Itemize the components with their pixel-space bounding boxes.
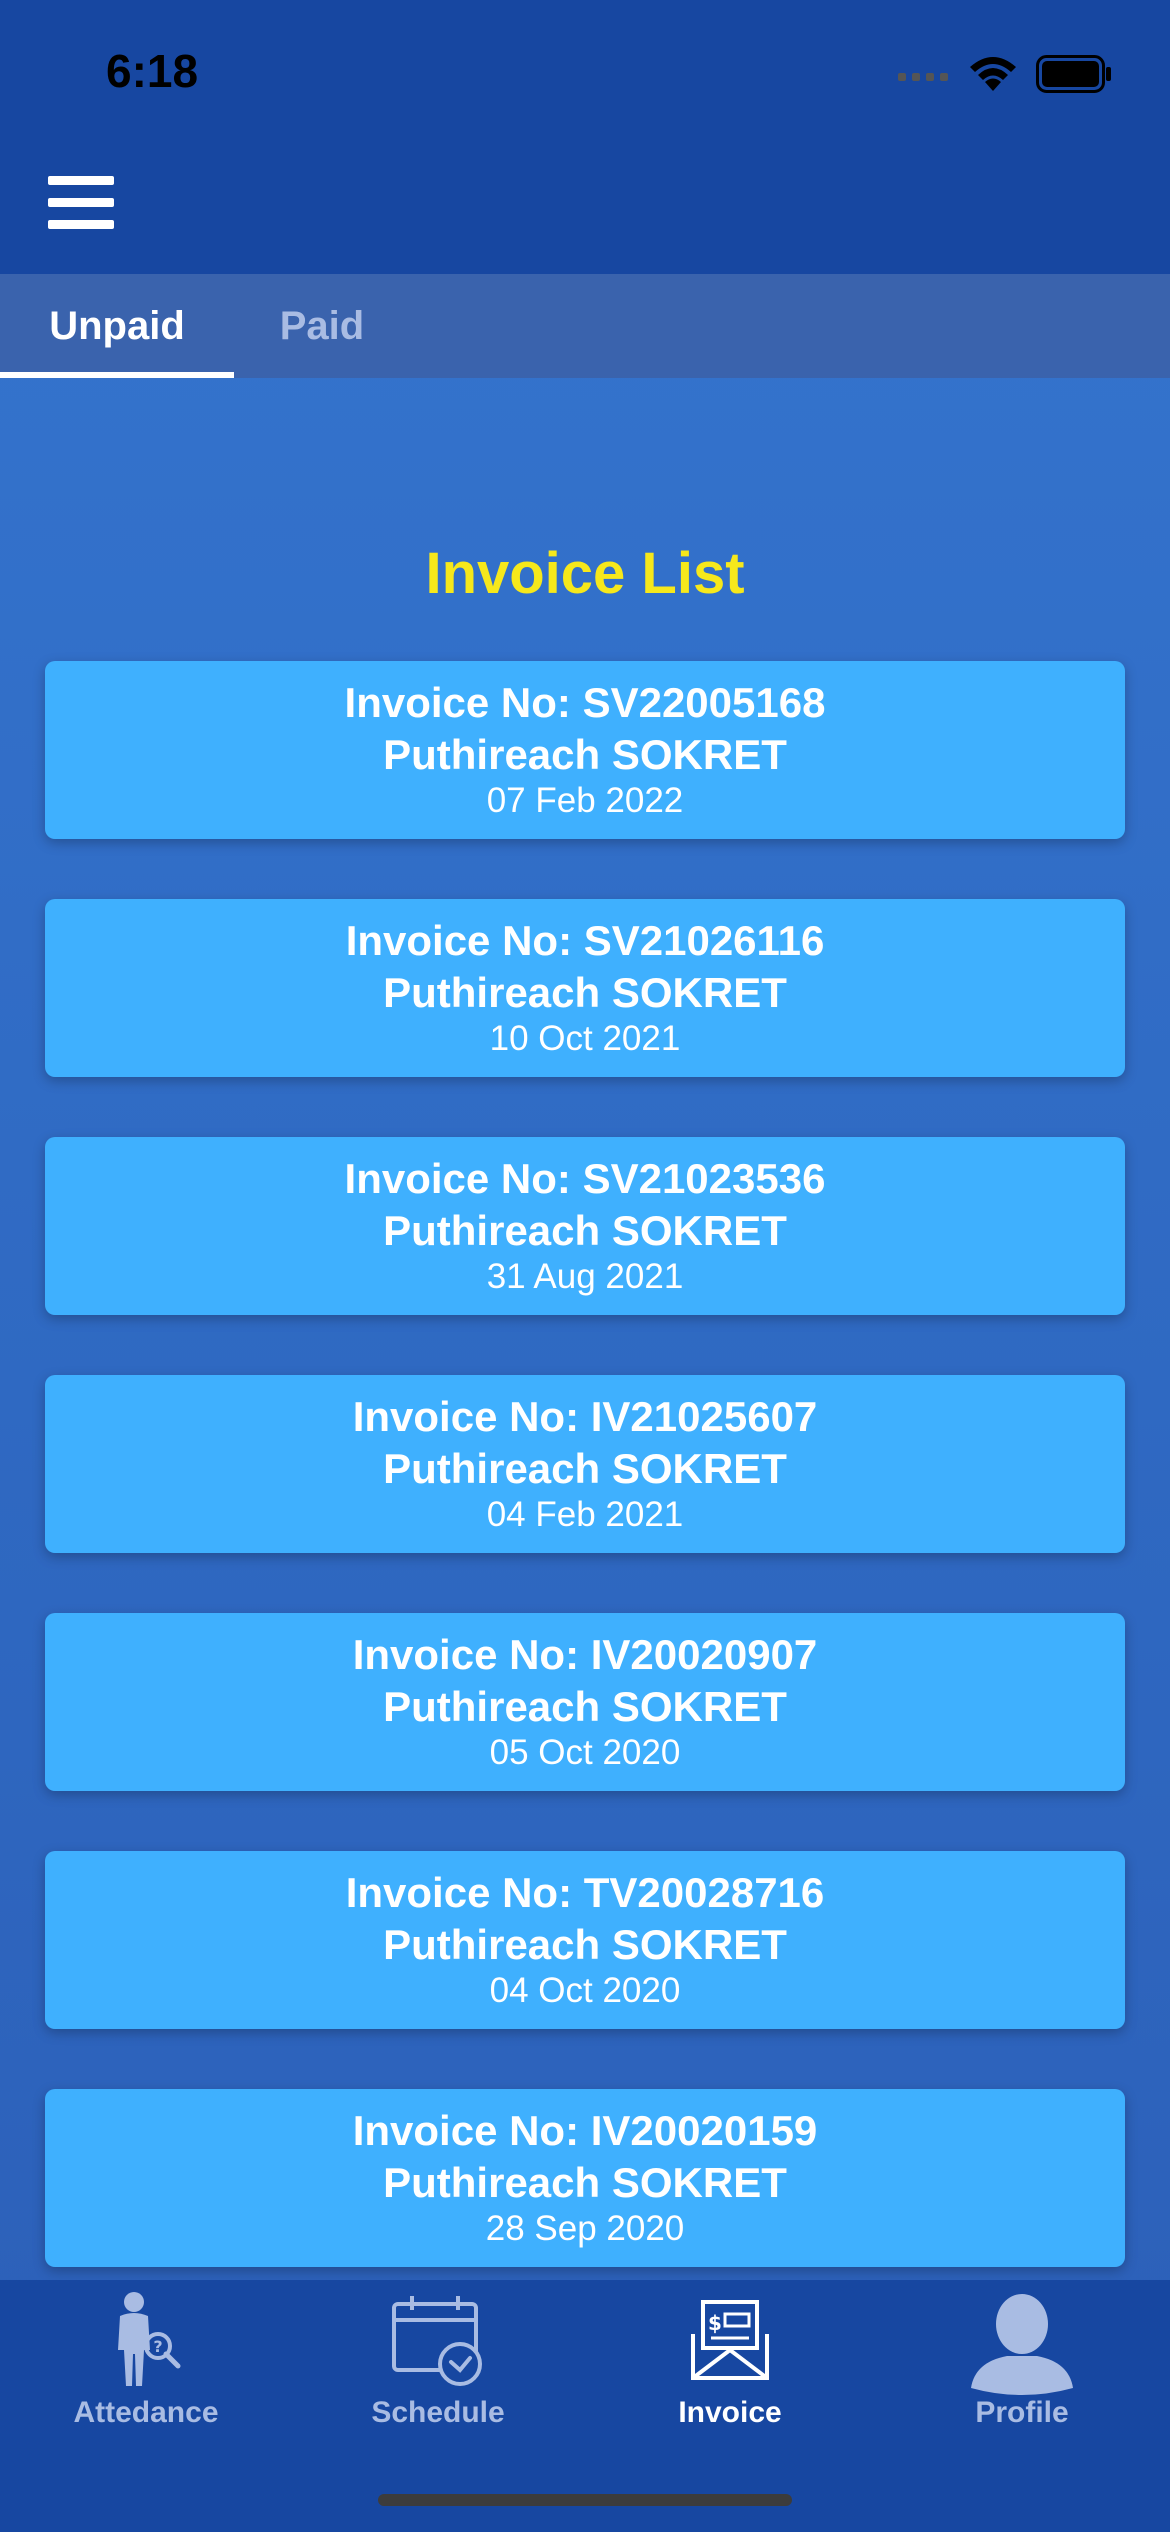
- home-indicator[interactable]: [378, 2494, 792, 2506]
- invoice-card[interactable]: Invoice No: SV21023536 Puthireach SOKRET…: [45, 1137, 1125, 1315]
- nav-profile[interactable]: Profile: [876, 2280, 1168, 2500]
- invoice-customer-name: Puthireach SOKRET: [383, 1445, 787, 1492]
- invoice-tabs: Unpaid Paid: [0, 274, 1170, 378]
- invoice-number: Invoice No: SV21023536: [344, 1155, 826, 1202]
- invoice-date: 28 Sep 2020: [485, 2209, 685, 2248]
- attendance-icon: ?: [118, 2292, 181, 2386]
- nav-label-invoice: Invoice: [678, 2396, 782, 2429]
- invoice-card[interactable]: Invoice No: IV20020907 Puthireach SOKRET…: [45, 1613, 1125, 1791]
- invoice-customer-name: Puthireach SOKRET: [383, 2159, 787, 2206]
- calendar-clock-icon: [392, 2296, 482, 2386]
- invoice-number: Invoice No: SV21026116: [345, 917, 825, 964]
- invoice-customer-name: Puthireach SOKRET: [383, 731, 787, 778]
- invoice-card[interactable]: Invoice No: IV21025607 Puthireach SOKRET…: [45, 1375, 1125, 1553]
- nav-label-profile: Profile: [975, 2396, 1069, 2429]
- invoice-customer-name: Puthireach SOKRET: [383, 969, 787, 1016]
- active-tab-indicator: [0, 372, 234, 378]
- svg-text:$: $: [708, 2311, 722, 2335]
- nav-attendance[interactable]: ? Attedance: [0, 2280, 292, 2500]
- battery-icon: [1036, 55, 1111, 93]
- nav-label-schedule: Schedule: [371, 2396, 505, 2429]
- status-time: 6:18: [106, 45, 199, 97]
- invoice-card[interactable]: Invoice No: SV21026116 Puthireach SOKRET…: [45, 899, 1125, 1077]
- nav-invoice[interactable]: $ Invoice: [584, 2280, 876, 2500]
- invoice-number: Invoice No: SV22005168: [344, 679, 826, 726]
- invoice-date: 04 Oct 2020: [489, 1971, 681, 2010]
- invoice-date: 05 Oct 2020: [489, 1733, 681, 1772]
- signal-icon: [898, 73, 948, 81]
- invoice-card[interactable]: Invoice No: TV20028716 Puthireach SOKRET…: [45, 1851, 1125, 2029]
- tab-paid[interactable]: Paid: [234, 274, 410, 378]
- invoice-customer-name: Puthireach SOKRET: [383, 1921, 787, 1968]
- invoice-number: Invoice No: IV21025607: [352, 1393, 818, 1440]
- svg-text:?: ?: [153, 2337, 162, 2356]
- invoice-card[interactable]: Invoice No: SV22005168 Puthireach SOKRET…: [45, 661, 1125, 839]
- invoice-number: Invoice No: IV20020159: [352, 2107, 818, 2154]
- page-title: Invoice List: [425, 541, 745, 606]
- invoice-customer-name: Puthireach SOKRET: [383, 1207, 787, 1254]
- invoice-date: 31 Aug 2021: [486, 1257, 684, 1296]
- profile-icon: [971, 2294, 1073, 2395]
- wifi-icon: [970, 57, 1016, 91]
- nav-label-attendance: Attedance: [73, 2396, 219, 2429]
- invoice-date: 04 Feb 2021: [486, 1495, 684, 1534]
- app-header: 6:18: [0, 0, 1170, 274]
- invoice-number: Invoice No: TV20028716: [345, 1869, 825, 1916]
- invoice-icon: $: [691, 2300, 769, 2380]
- nav-schedule[interactable]: Schedule: [292, 2280, 584, 2500]
- hamburger-menu-icon[interactable]: [48, 176, 116, 230]
- tab-unpaid[interactable]: Unpaid: [0, 274, 234, 378]
- invoice-card[interactable]: Invoice No: IV20020159 Puthireach SOKRET…: [45, 2089, 1125, 2267]
- invoice-number: Invoice No: IV20020907: [352, 1631, 818, 1678]
- invoice-customer-name: Puthireach SOKRET: [383, 1683, 787, 1730]
- invoice-date: 07 Feb 2022: [486, 781, 684, 820]
- invoice-date: 10 Oct 2021: [489, 1019, 681, 1058]
- status-icons: [898, 52, 1112, 96]
